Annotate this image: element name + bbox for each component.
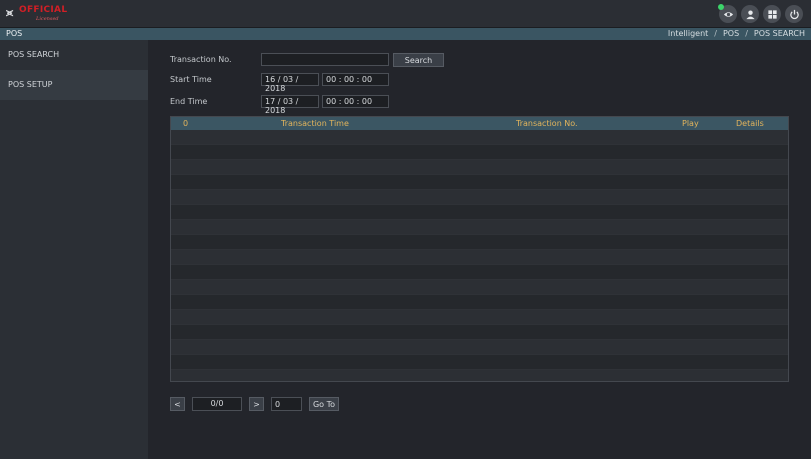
table-row (171, 160, 788, 175)
table-row (171, 310, 788, 325)
grid-icon (767, 9, 777, 19)
breadcrumb: Intelligent / POS / POS SEARCH (668, 29, 805, 38)
column-play: Play (682, 119, 699, 128)
next-page-button[interactable]: > (249, 397, 264, 411)
table-row (171, 340, 788, 355)
transaction-table: 0 Transaction Time Transaction No. Play … (170, 116, 789, 382)
table-row (171, 175, 788, 190)
transaction-no-label: Transaction No. (170, 55, 232, 64)
breadcrumb-item[interactable]: Intelligent (668, 29, 708, 38)
breadcrumb-item[interactable]: POS (723, 29, 739, 38)
table-row (171, 265, 788, 280)
power-button[interactable] (785, 5, 803, 23)
user-button[interactable] (741, 5, 759, 23)
breadcrumb-separator: / (714, 29, 717, 38)
sidebar-item-label: POS SETUP (8, 80, 53, 89)
main-menu-button[interactable] (763, 5, 781, 23)
table-row (171, 205, 788, 220)
end-time-label: End Time (170, 97, 208, 106)
table-row (171, 325, 788, 340)
page-title: POS (6, 29, 23, 38)
table-row (171, 295, 788, 310)
sidebar-item-label: POS SEARCH (8, 50, 60, 59)
table-row (171, 280, 788, 295)
end-time-field[interactable]: 00 : 00 : 00 (322, 95, 389, 108)
user-icon (745, 9, 755, 19)
table-row (171, 235, 788, 250)
previous-page-button[interactable]: < (170, 397, 185, 411)
top-bar: ⪤ OFFICIAL Licensed (0, 0, 811, 28)
logo-text: OFFICIAL (19, 5, 68, 15)
eye-icon (723, 11, 733, 17)
start-date-field[interactable]: 16 / 03 / 2018 (261, 73, 319, 93)
logo-subtext: Licensed (36, 16, 59, 22)
goto-page-input[interactable] (271, 397, 302, 411)
page-indicator: 0/0 (192, 397, 242, 411)
table-row (171, 355, 788, 370)
power-icon (789, 9, 799, 19)
table-row (171, 130, 788, 145)
table-header: 0 Transaction Time Transaction No. Play … (171, 117, 788, 130)
sidebar-item-pos-search[interactable]: POS SEARCH (0, 40, 148, 70)
logo-mark: ⪤ (6, 6, 14, 19)
sidebar-item-pos-setup[interactable]: POS SETUP (0, 70, 148, 100)
search-button[interactable]: Search (393, 53, 444, 67)
transaction-no-input[interactable] (261, 53, 389, 66)
table-row (171, 190, 788, 205)
sidebar: POS SEARCH POS SETUP (0, 40, 148, 459)
live-view-button[interactable] (718, 4, 737, 23)
breadcrumb-item-current: POS SEARCH (753, 29, 805, 38)
table-body (171, 130, 788, 381)
end-date-field[interactable]: 17 / 03 / 2018 (261, 95, 319, 115)
table-row (171, 250, 788, 265)
table-row (171, 145, 788, 160)
table-row (171, 220, 788, 235)
start-time-field[interactable]: 00 : 00 : 00 (322, 73, 389, 86)
goto-page-button[interactable]: Go To (309, 397, 339, 411)
online-status-icon (718, 4, 724, 10)
title-bar: POS Intelligent / POS / POS SEARCH (0, 28, 811, 40)
breadcrumb-separator: / (745, 29, 748, 38)
header-toolbar (718, 4, 803, 23)
select-all-count[interactable]: 0 (183, 119, 188, 128)
column-transaction-time[interactable]: Transaction Time (281, 119, 349, 128)
column-details: Details (736, 119, 764, 128)
brand-logo: ⪤ OFFICIAL Licensed (6, 4, 67, 24)
table-row (171, 370, 788, 381)
start-time-label: Start Time (170, 75, 212, 84)
column-transaction-no[interactable]: Transaction No. (516, 119, 578, 128)
